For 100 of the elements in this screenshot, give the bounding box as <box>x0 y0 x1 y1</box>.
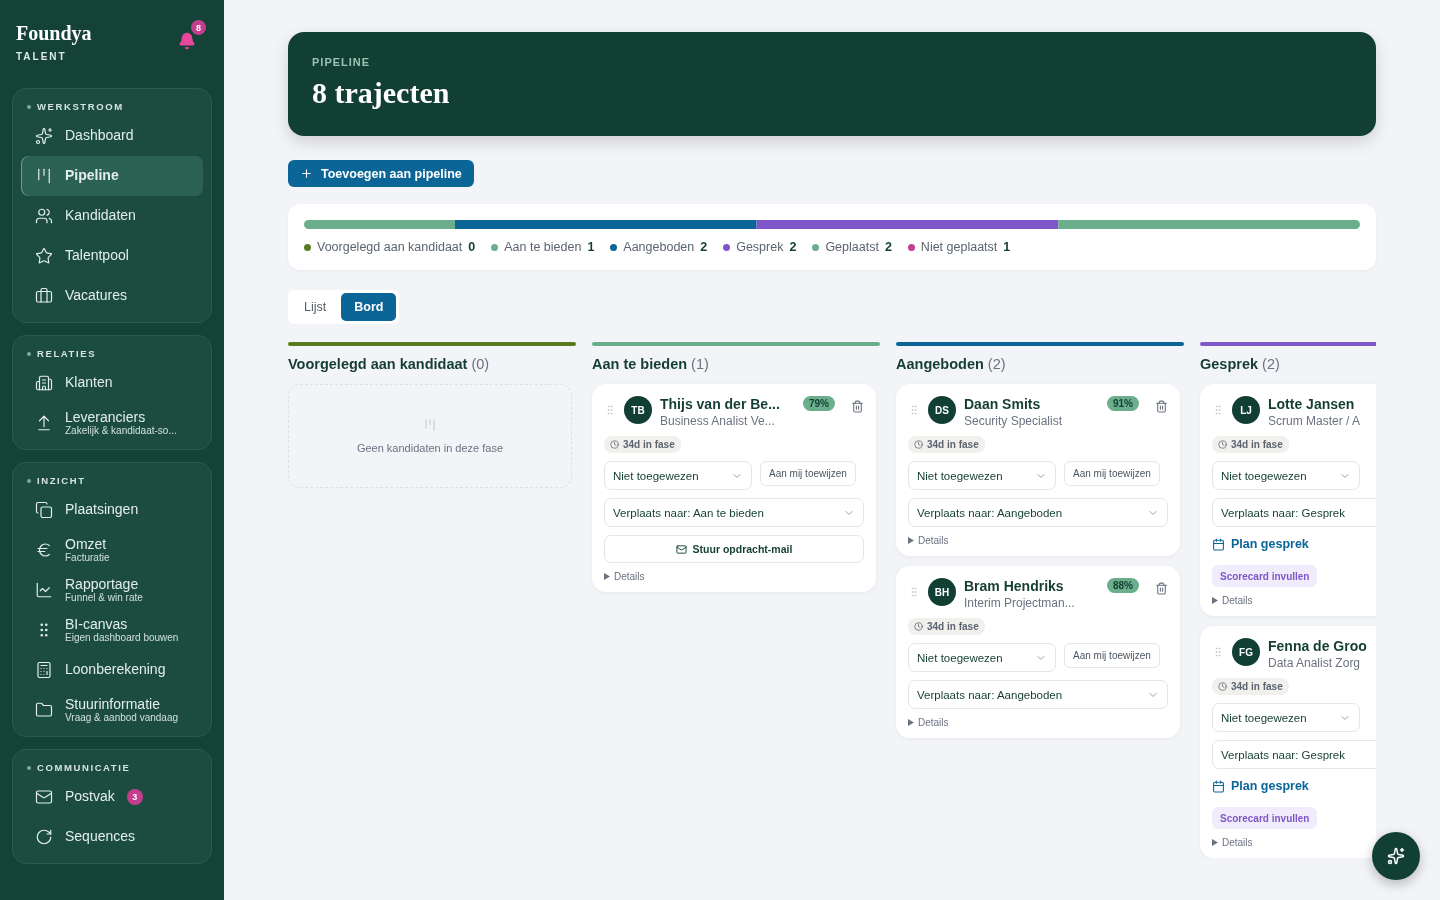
trash-icon[interactable] <box>1155 582 1168 595</box>
clock-icon <box>914 622 923 631</box>
nav-label: Sequences <box>65 829 136 845</box>
details-toggle[interactable]: Details <box>1222 837 1253 848</box>
add-button[interactable]: Toevoegen aan pipeline <box>288 160 474 187</box>
header-eyebrow: PIPELINE <box>312 56 372 68</box>
assistant-button[interactable] <box>1372 832 1420 880</box>
details-toggle[interactable]: Details <box>918 717 949 728</box>
details-toggle[interactable]: Details <box>614 571 645 582</box>
candidate-name: Thijs van der Be... <box>660 396 781 412</box>
mail-button[interactable]: Stuur opdracht-mail <box>604 535 864 563</box>
avatar: DS <box>928 396 956 424</box>
move-select[interactable]: Verplaats naar: Gesprek <box>1212 740 1376 769</box>
trash-icon[interactable] <box>1155 400 1168 413</box>
scorecard-button[interactable]: Scorecard invullen <box>1212 565 1318 587</box>
clock-icon <box>610 440 619 449</box>
view-tab[interactable]: Bord <box>341 293 397 321</box>
plan-link[interactable]: Plan gesprek <box>1212 537 1309 551</box>
move-select[interactable]: Verplaats naar: Aangeboden <box>908 680 1168 709</box>
drag-handle-icon[interactable] <box>1212 404 1224 416</box>
caret-icon[interactable] <box>908 719 914 726</box>
nav-icon <box>35 541 53 559</box>
legend-count: 1 <box>587 240 595 254</box>
nav-icon <box>35 167 53 185</box>
bell-icon[interactable] <box>178 32 196 50</box>
nav-icon <box>35 374 53 392</box>
scorecard-button[interactable]: Scorecard invullen <box>1212 807 1318 829</box>
nav-item[interactable]: BI-canvas Eigen dashboard bouwen <box>21 610 203 650</box>
caret-icon[interactable] <box>1212 839 1218 846</box>
nav-label: Stuurinformatie <box>65 696 161 713</box>
caret-icon[interactable] <box>604 573 610 580</box>
assignee-select[interactable]: Niet toegewezen <box>1212 703 1360 732</box>
drag-handle-icon[interactable] <box>908 586 920 598</box>
nav-item[interactable]: Dashboard <box>21 116 203 156</box>
view-tab[interactable]: Lijst <box>291 293 340 321</box>
legend-count: 2 <box>789 240 797 254</box>
phase-age: 34d in fase <box>604 436 681 453</box>
move-select[interactable]: Verplaats naar: Gesprek <box>1212 498 1376 527</box>
section-title: WERKSTROOM <box>37 101 124 112</box>
page-title: 8 trajecten <box>312 76 451 110</box>
sparkles-icon <box>1387 847 1405 865</box>
nav-item[interactable]: Talentpool <box>21 236 203 276</box>
nav-item[interactable]: Kandidaten <box>21 196 203 236</box>
drag-handle-icon[interactable] <box>908 404 920 416</box>
details-toggle[interactable]: Details <box>918 535 949 546</box>
nav-item[interactable]: Leveranciers Zakelijk & kandidaat-so... <box>21 403 203 443</box>
avatar: FG <box>1232 638 1260 666</box>
kanban-icon <box>423 418 437 432</box>
nav-label: Pipeline <box>65 168 119 184</box>
nav-item[interactable]: Sequences <box>21 817 203 857</box>
nav-icon <box>35 581 53 599</box>
candidate-name: Lotte Jansen <box>1268 396 1356 412</box>
nav-item[interactable]: Pipeline <box>21 156 203 196</box>
match-score: 88% <box>1107 578 1139 593</box>
move-select[interactable]: Verplaats naar: Aan te bieden <box>604 498 864 527</box>
candidate-role: Data Analist Zorg <box>1268 656 1362 670</box>
clock-icon <box>914 440 923 449</box>
assign-button[interactable]: Aan mij toewijzen <box>1064 461 1160 486</box>
column-count: (2) <box>1262 356 1280 372</box>
nav-icon <box>35 247 53 265</box>
assignee-select[interactable]: Niet toegewezen <box>1212 461 1360 490</box>
assignee-select[interactable]: Niet toegewezen <box>908 461 1056 490</box>
nav-item[interactable]: Omzet Facturatie <box>21 530 203 570</box>
nav-item[interactable]: Plaatsingen <box>21 490 203 530</box>
nav-item[interactable]: Loonberekening <box>21 650 203 690</box>
caret-icon[interactable] <box>1212 597 1218 604</box>
nav-item[interactable]: Stuurinformatie Vraag & aanbod vandaag <box>21 690 203 730</box>
nav-label: Loonberekening <box>65 662 166 678</box>
trash-icon[interactable] <box>851 400 864 413</box>
nav-label: Kandidaten <box>65 208 136 224</box>
candidate-role: Interim Projectman... <box>964 596 1076 610</box>
nav-sublabel: Vraag & aanbod vandaag <box>65 712 179 724</box>
calendar-icon <box>1212 779 1225 793</box>
assign-button[interactable]: Aan mij toewijzen <box>1064 643 1160 668</box>
nav-item[interactable]: Vacatures <box>21 276 203 316</box>
nav-label: Omzet <box>65 536 108 553</box>
avatar: BH <box>928 578 956 606</box>
drag-handle-icon[interactable] <box>604 404 616 416</box>
clock-icon <box>1218 682 1227 691</box>
assignee-select[interactable]: Niet toegewezen <box>908 643 1056 672</box>
assignee-select[interactable]: Niet toegewezen <box>604 461 752 490</box>
details-toggle[interactable]: Details <box>1222 595 1253 606</box>
legend-label: Gesprek <box>736 240 784 254</box>
legend-label: Aan te bieden <box>504 240 582 254</box>
section-title: RELATIES <box>37 348 97 359</box>
caret-icon[interactable] <box>908 537 914 544</box>
plan-link[interactable]: Plan gesprek <box>1212 779 1309 793</box>
nav-item[interactable]: Rapportage Funnel & win rate <box>21 570 203 610</box>
move-select[interactable]: Verplaats naar: Aangeboden <box>908 498 1168 527</box>
nav-sublabel: Zakelijk & kandidaat-so... <box>65 425 177 437</box>
section-title: INZICHT <box>37 475 86 486</box>
assign-button[interactable]: Aan mij toewijzen <box>760 461 856 486</box>
count-badge: 3 <box>126 789 143 805</box>
legend-label: Geplaatst <box>825 240 879 254</box>
plus-icon <box>300 167 313 180</box>
nav-item[interactable]: Postvak 3 <box>21 777 203 817</box>
candidate-name: Bram Hendriks <box>964 578 1065 594</box>
nav-item[interactable]: Klanten <box>21 363 203 403</box>
drag-handle-icon[interactable] <box>1212 646 1224 658</box>
nav-icon <box>35 414 53 432</box>
